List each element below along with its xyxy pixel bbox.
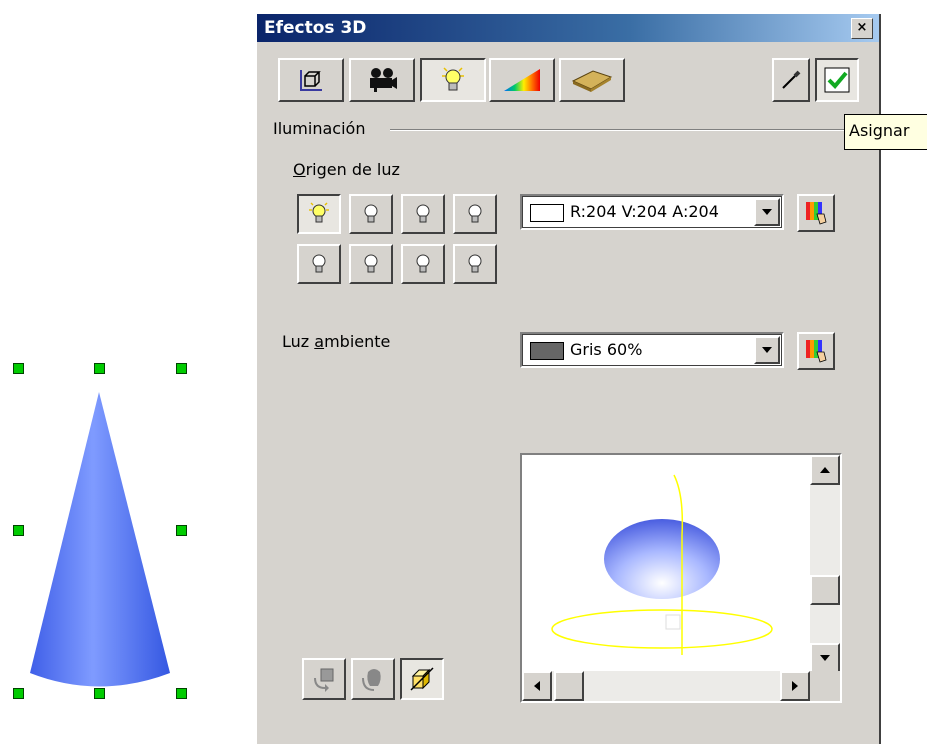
tab-textures[interactable] xyxy=(489,58,555,102)
pipette-icon xyxy=(782,70,801,89)
selection-handle-top-left[interactable] xyxy=(13,363,24,374)
convert-to-3d-button[interactable] xyxy=(302,658,346,700)
perspective-cube-icon xyxy=(410,667,434,691)
lightbulb-off-icon xyxy=(364,204,378,223)
light-color-swatch xyxy=(530,204,564,222)
ambient-color-swatch xyxy=(530,342,564,360)
perspective-toggle-button[interactable] xyxy=(400,658,444,700)
lathe-object-icon xyxy=(362,669,381,691)
tab-geometry[interactable] xyxy=(278,58,344,102)
close-icon: × xyxy=(856,20,868,35)
tab-shading[interactable] xyxy=(349,58,415,102)
light-source-1-button[interactable] xyxy=(297,194,341,234)
cone-shape[interactable] xyxy=(0,350,230,710)
dialog-titlebar[interactable]: Efectos 3D × xyxy=(257,14,879,42)
color-palette-icon xyxy=(806,202,827,225)
ambient-light-label: Luz ambiente xyxy=(282,332,391,351)
lightbulb-off-icon xyxy=(468,204,482,223)
light-source-7-button[interactable] xyxy=(401,244,445,284)
preview-sphere-scene[interactable] xyxy=(522,455,810,671)
camera-icon xyxy=(370,68,397,92)
light-color-dropdown-button[interactable] xyxy=(754,198,780,226)
assign-button[interactable] xyxy=(815,58,859,102)
chevron-down-icon xyxy=(762,209,772,215)
checkmark-icon xyxy=(824,67,850,93)
convert-to-lathe-button[interactable] xyxy=(351,658,395,700)
scrollbar-corner xyxy=(810,671,840,701)
convert-3d-icon xyxy=(314,668,334,692)
tab-illumination[interactable] xyxy=(420,58,486,102)
light-source-6-button[interactable] xyxy=(349,244,393,284)
light-source-4-button[interactable] xyxy=(453,194,497,234)
ambient-color-select[interactable]: Gris 60% xyxy=(520,332,784,368)
color-palette-icon xyxy=(806,340,827,363)
arrow-up-icon xyxy=(820,467,830,473)
chevron-down-icon xyxy=(762,347,772,353)
canvas-area[interactable] xyxy=(0,350,230,710)
scroll-left-button[interactable] xyxy=(522,671,552,701)
light-source-5-button[interactable] xyxy=(297,244,341,284)
light-source-3-button[interactable] xyxy=(401,194,445,234)
scroll-right-button[interactable] xyxy=(780,671,810,701)
ambient-color-dropdown-button[interactable] xyxy=(754,336,780,364)
selection-handle-bottom-right[interactable] xyxy=(176,688,187,699)
material-bar-icon xyxy=(571,70,613,92)
arrow-right-icon xyxy=(792,681,798,691)
light-source-label: Origen de luz xyxy=(293,160,400,179)
lightbulb-off-icon xyxy=(312,254,326,273)
preview-horizontal-scrollbar[interactable] xyxy=(522,671,810,701)
light-source-8-button[interactable] xyxy=(453,244,497,284)
efectos-3d-dialog: Efectos 3D × Iluminación Origen de luz R… xyxy=(255,14,881,744)
arrow-left-icon xyxy=(534,681,540,691)
light-color-select[interactable]: R:204 V:204 A:204 xyxy=(520,194,784,230)
light-preview[interactable] xyxy=(520,453,842,703)
selection-handle-middle-left[interactable] xyxy=(13,525,24,536)
arrow-down-icon xyxy=(820,655,830,661)
pipette-button[interactable] xyxy=(772,58,810,102)
dialog-title: Efectos 3D xyxy=(264,18,367,38)
horizontal-scroll-thumb[interactable] xyxy=(554,671,584,701)
geometry-cube-icon xyxy=(300,70,322,91)
selection-handle-top-right[interactable] xyxy=(176,363,187,374)
preview-vertical-scrollbar[interactable] xyxy=(810,455,840,673)
ambient-color-palette-button[interactable] xyxy=(797,332,835,370)
lightbulb-off-icon xyxy=(468,254,482,273)
scroll-up-button[interactable] xyxy=(810,455,840,485)
rainbow-texture-icon xyxy=(504,69,540,91)
tab-material[interactable] xyxy=(559,58,625,102)
selection-handle-top-center[interactable] xyxy=(94,363,105,374)
close-button[interactable]: × xyxy=(851,18,873,39)
lightbulb-off-icon xyxy=(416,254,430,273)
lightbulb-on-icon xyxy=(309,202,329,223)
light-source-2-button[interactable] xyxy=(349,194,393,234)
selection-handle-middle-right[interactable] xyxy=(176,525,187,536)
lightbulb-off-icon xyxy=(416,204,430,223)
scroll-down-button[interactable] xyxy=(810,643,840,673)
light-color-palette-button[interactable] xyxy=(797,194,835,232)
lightbulb-icon xyxy=(442,67,464,91)
section-title: Iluminación xyxy=(273,119,366,138)
section-divider xyxy=(390,129,860,131)
ambient-color-value: Gris 60% xyxy=(570,340,643,359)
light-color-value: R:204 V:204 A:204 xyxy=(570,202,719,221)
selection-handle-bottom-center[interactable] xyxy=(94,688,105,699)
lightbulb-off-icon xyxy=(364,254,378,273)
selection-handle-bottom-left[interactable] xyxy=(13,688,24,699)
assign-tooltip: Asignar xyxy=(844,114,927,150)
vertical-scroll-thumb[interactable] xyxy=(810,575,840,605)
